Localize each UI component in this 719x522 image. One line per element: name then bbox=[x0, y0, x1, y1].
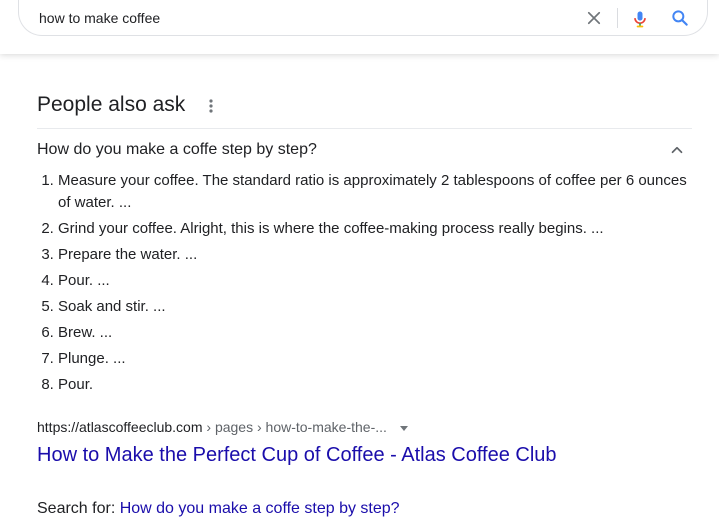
search-for-link[interactable]: How do you make a coffe step by step? bbox=[120, 500, 400, 517]
caret-down-icon[interactable] bbox=[399, 423, 409, 433]
source-breadcrumb: › pages › how-to-make-the-... bbox=[202, 419, 387, 435]
search-divider bbox=[617, 8, 618, 28]
list-item: Grind your coffee. Alright, this is wher… bbox=[58, 218, 688, 240]
list-item: Pour. bbox=[58, 374, 688, 396]
search-icon[interactable] bbox=[670, 8, 690, 28]
list-item: Prepare the water. ... bbox=[58, 244, 688, 266]
search-box[interactable]: how to make coffee bbox=[18, 0, 708, 36]
result-source[interactable]: https://atlascoffeeclub.com › pages › ho… bbox=[37, 419, 409, 435]
list-item: Pour. ... bbox=[58, 270, 688, 292]
section-divider bbox=[37, 128, 692, 129]
list-item: Plunge. ... bbox=[58, 348, 688, 370]
search-for: Search for: How do you make a coffe step… bbox=[37, 500, 400, 518]
source-url: https://atlascoffeeclub.com bbox=[37, 419, 203, 435]
header-bar: how to make coffee bbox=[0, 0, 719, 54]
mic-icon[interactable] bbox=[630, 8, 650, 30]
people-also-ask-heading: People also ask bbox=[37, 93, 186, 116]
paa-question[interactable]: How do you make a coffe step by step? bbox=[37, 141, 317, 159]
list-item: Brew. ... bbox=[58, 322, 688, 344]
steps-list: Measure your coffee. The standard ratio … bbox=[37, 170, 688, 400]
list-item: Soak and stir. ... bbox=[58, 296, 688, 318]
list-item: Measure your coffee. The standard ratio … bbox=[58, 170, 688, 214]
search-input[interactable]: how to make coffee bbox=[39, 10, 160, 26]
search-for-label: Search for: bbox=[37, 500, 120, 517]
more-vert-icon[interactable] bbox=[205, 98, 217, 114]
result-title-link[interactable]: How to Make the Perfect Cup of Coffee - … bbox=[37, 444, 557, 467]
chevron-up-icon[interactable] bbox=[668, 141, 686, 159]
close-icon[interactable] bbox=[585, 9, 603, 27]
